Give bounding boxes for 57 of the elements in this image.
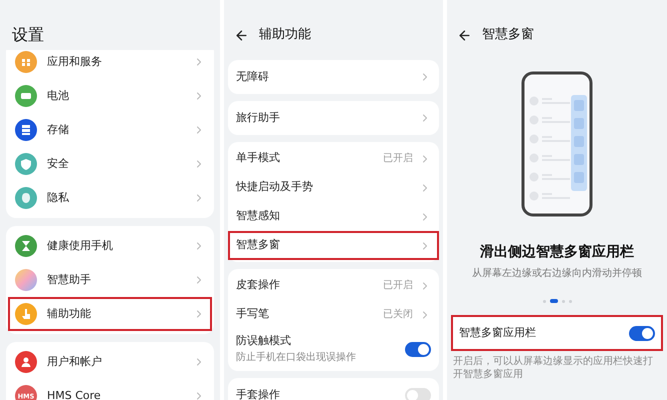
item-label: 电池 [47, 88, 70, 104]
settings-item[interactable]: 存储 [8, 113, 212, 147]
settings-item[interactable]: 智慧感知 [228, 202, 439, 231]
item-label: 隐私 [47, 190, 70, 206]
settings-item[interactable]: 单手模式 已开启 [228, 144, 439, 173]
item-value: 已关闭 [383, 308, 413, 322]
settings-item[interactable]: 防误触模式 防止手机在口袋出现误操作 [228, 329, 439, 369]
toggle-switch[interactable] [629, 326, 655, 340]
item-label: 无障碍 [236, 68, 270, 85]
gradient-circle-icon [15, 269, 37, 291]
settings-item[interactable]: 安全 [8, 147, 212, 181]
item-value: 已开启 [383, 278, 413, 293]
settings-item[interactable]: 旅行助手 [228, 103, 439, 133]
item-label: 健康使用手机 [47, 238, 114, 254]
item-label: 智慧助手 [47, 272, 92, 288]
settings-item[interactable]: 手套操作 [228, 380, 439, 400]
item-label: 旅行助手 [236, 110, 281, 126]
back-icon[interactable] [457, 28, 472, 42]
item-label: 皮套操作 [236, 277, 281, 294]
item-label: 手套操作 [236, 386, 281, 400]
settings-item[interactable]: 手写笔 已关闭 [228, 300, 439, 329]
item-label: 防误触模式 [236, 333, 292, 350]
item-label: 辅助功能 [47, 306, 92, 322]
settings-item[interactable]: 无障碍 [228, 62, 439, 92]
item-label: 单手模式 [236, 150, 281, 166]
item-label: 快捷启动及手势 [236, 179, 314, 196]
back-icon[interactable] [234, 28, 249, 42]
settings-item[interactable]: 电池 [8, 79, 212, 113]
settings-item[interactable]: 用户和帐户 [8, 345, 212, 379]
headline-subtitle: 从屏幕左边缘或右边缘向内滑动并停顿 [472, 266, 642, 281]
settings-item[interactable]: 智慧助手 [8, 263, 212, 297]
page-title: 辅助功能 [259, 26, 311, 44]
item-label: 安全 [47, 156, 70, 172]
toggle-switch[interactable] [405, 388, 431, 400]
item-label: 智慧感知 [236, 208, 281, 224]
item-label: 智慧多窗 [236, 237, 281, 254]
item-label: 存储 [47, 122, 70, 138]
settings-item[interactable]: 健康使用手机 [8, 229, 212, 263]
item-label: HMS Core [47, 388, 102, 400]
page-title: 设置 [12, 24, 44, 46]
toggle-switch[interactable] [405, 342, 431, 356]
item-subtitle: 防止手机在口袋出现误操作 [236, 350, 357, 365]
item-label: 用户和帐户 [47, 354, 103, 370]
item-value: 已开启 [383, 152, 413, 166]
settings-item[interactable]: 隐私 [8, 181, 212, 215]
page-title: 智慧多窗 [482, 26, 534, 44]
item-label: 手写笔 [236, 306, 270, 322]
settings-item[interactable]: 皮套操作 已开启 [228, 271, 439, 300]
item-label: 智慧多窗应用栏 [459, 324, 537, 341]
settings-item[interactable]: 智慧多窗应用栏 [451, 315, 663, 351]
setting-note: 开启后，可以从屏幕边缘显示的应用栏快速打开智慧多窗应用 [453, 355, 654, 381]
settings-item[interactable]: 应用和服务 [8, 50, 212, 79]
settings-item[interactable]: 快捷启动及手势 [228, 173, 439, 202]
headline: 滑出侧边智慧多窗应用栏 [480, 242, 634, 262]
settings-item[interactable]: 智慧多窗 [228, 231, 439, 260]
settings-item[interactable]: 辅助功能 [8, 297, 212, 331]
item-label: 应用和服务 [47, 54, 103, 70]
